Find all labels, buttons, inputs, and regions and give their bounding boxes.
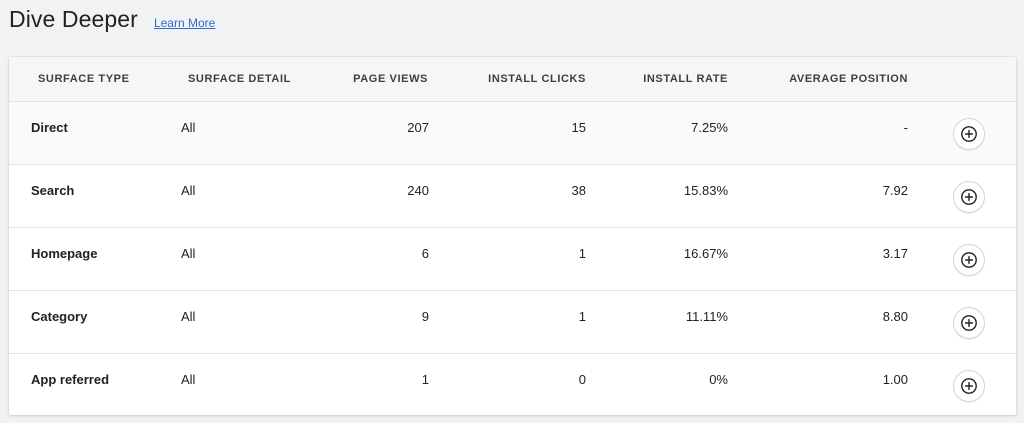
- surface-detail-cell: All: [181, 372, 196, 387]
- surface-detail-cell: All: [181, 120, 196, 135]
- page-views-cell: 240: [407, 183, 429, 198]
- expand-row-button[interactable]: [953, 181, 985, 213]
- page-views-cell: 1: [421, 372, 429, 387]
- circle-plus-icon: [961, 189, 977, 205]
- average-position-cell: 1.00: [882, 372, 908, 387]
- page-views-cell: 6: [421, 246, 429, 261]
- expand-row-button[interactable]: [953, 244, 985, 276]
- average-position-cell: 8.80: [882, 309, 908, 324]
- expand-row-button[interactable]: [953, 118, 985, 150]
- table-row: Homepage All 6 1 16.67% 3.17: [9, 228, 1016, 291]
- install-rate-cell: 0%: [709, 372, 728, 387]
- expand-row-button[interactable]: [953, 370, 985, 402]
- circle-plus-icon: [961, 315, 977, 331]
- surface-table: SURFACE TYPE SURFACE DETAIL PAGE VIEWS I…: [9, 57, 1016, 415]
- surface-type-cell: App referred: [31, 372, 110, 387]
- column-header-install-rate[interactable]: INSTALL RATE: [643, 73, 728, 85]
- surface-detail-cell: All: [181, 309, 196, 324]
- install-clicks-cell: 1: [578, 246, 586, 261]
- circle-plus-icon: [961, 378, 977, 394]
- table-header: SURFACE TYPE SURFACE DETAIL PAGE VIEWS I…: [9, 57, 1016, 102]
- average-position-cell: 7.92: [882, 183, 908, 198]
- column-header-install-clicks[interactable]: INSTALL CLICKS: [488, 73, 586, 85]
- page-views-cell: 207: [407, 120, 429, 135]
- install-clicks-cell: 15: [571, 120, 586, 135]
- surface-detail-cell: All: [181, 246, 196, 261]
- learn-more-link[interactable]: Learn More: [154, 16, 215, 30]
- table-row: Direct All 207 15 7.25% -: [9, 102, 1016, 165]
- column-header-surface-detail[interactable]: SURFACE DETAIL: [188, 73, 291, 85]
- average-position-cell: 3.17: [882, 246, 908, 261]
- circle-plus-icon: [961, 126, 977, 142]
- surface-type-cell: Search: [31, 183, 75, 198]
- column-header-average-position[interactable]: AVERAGE POSITION: [789, 73, 908, 85]
- surface-detail-cell: All: [181, 183, 196, 198]
- install-clicks-cell: 0: [578, 372, 586, 387]
- circle-plus-icon: [961, 252, 977, 268]
- column-header-page-views[interactable]: PAGE VIEWS: [353, 73, 428, 85]
- surface-type-cell: Homepage: [31, 246, 98, 261]
- surface-type-cell: Direct: [31, 120, 68, 135]
- install-rate-cell: 16.67%: [683, 246, 728, 261]
- table-row: Search All 240 38 15.83% 7.92: [9, 165, 1016, 228]
- page-header: Dive Deeper Learn More: [9, 6, 215, 33]
- page-views-cell: 9: [421, 309, 429, 324]
- install-clicks-cell: 38: [571, 183, 586, 198]
- page-title: Dive Deeper: [9, 6, 138, 32]
- install-rate-cell: 7.25%: [691, 120, 728, 135]
- expand-row-button[interactable]: [953, 307, 985, 339]
- table-row: Category All 9 1 11.11% 8.80: [9, 291, 1016, 354]
- surface-type-cell: Category: [31, 309, 88, 324]
- install-rate-cell: 15.83%: [683, 183, 728, 198]
- install-clicks-cell: 1: [578, 309, 586, 324]
- column-header-surface-type[interactable]: SURFACE TYPE: [38, 73, 130, 85]
- table-row: App referred All 1 0 0% 1.00: [9, 354, 1016, 415]
- average-position-cell: -: [903, 120, 908, 135]
- install-rate-cell: 11.11%: [685, 309, 728, 324]
